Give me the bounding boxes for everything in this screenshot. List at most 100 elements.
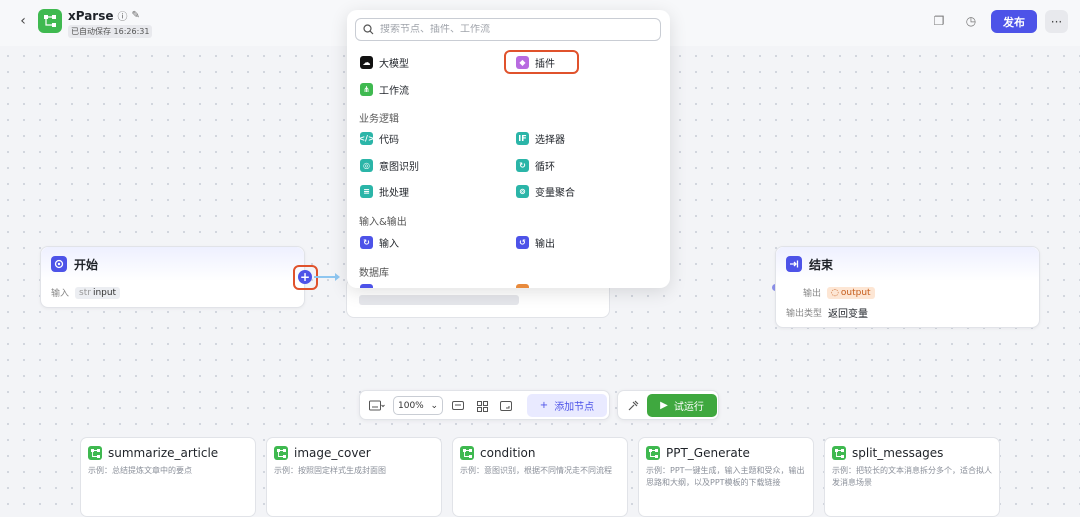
menu-item-intent[interactable]: ◎ 意图识别: [360, 158, 419, 173]
template-header: split_messages: [832, 446, 943, 460]
debug-tools-icon[interactable]: [625, 398, 641, 414]
app-title: xParse ⓘ ✎: [68, 8, 140, 24]
menu-item-label: 变量聚合: [535, 188, 575, 199]
output-var-icon: ◌: [831, 287, 839, 298]
node-picker-popup: ☁ 大模型 ◆ 插件 ⋔ 工作流 业务逻辑 </> 代码 IF 选择器 ◎ 意图…: [347, 10, 670, 288]
output-type-label: 输出类型: [786, 309, 823, 319]
add-node-button[interactable]: + 添加节点: [527, 394, 607, 417]
template-desc: 示例：意图识别，根据不同情况走不同流程: [460, 466, 612, 475]
start-node[interactable]: 开始 输入 str input: [40, 246, 305, 308]
menu-item-batch[interactable]: ≡ 批处理: [360, 184, 409, 199]
template-name: PPT_Generate: [666, 446, 750, 460]
menu-item-label: 循环: [535, 162, 555, 173]
chevron-down-icon: ⌄: [430, 400, 438, 411]
publish-button[interactable]: 发布: [991, 10, 1037, 33]
connector-line: [314, 273, 340, 281]
end-node-title: 结束: [809, 257, 834, 272]
menu-item-selector[interactable]: IF 选择器: [516, 131, 565, 146]
edit-icon[interactable]: ✎: [132, 10, 140, 21]
template-desc: 示例：总结提炼文章中的要点: [88, 466, 192, 475]
copy-icon[interactable]: ❐: [930, 12, 948, 30]
template-desc: 示例：按照固定样式生成封面图: [274, 466, 386, 475]
end-output-type-row: 输出类型 返回变量: [786, 305, 868, 320]
section-database: 数据库: [359, 268, 389, 279]
template-card-split-messages[interactable]: split_messages 示例：把较长的文本消息拆分多个，适合拟人发消息场景: [824, 437, 1000, 517]
more-options-icon[interactable]: ···: [1045, 10, 1068, 33]
app-name: xParse: [68, 8, 114, 23]
placeholder-bar: [359, 295, 519, 305]
template-header: summarize_article: [88, 446, 218, 460]
template-name: image_cover: [294, 446, 371, 460]
input-type: str: [79, 287, 91, 298]
auto-layout-icon[interactable]: [474, 398, 490, 414]
plugin-highlight: [504, 50, 579, 74]
workflow-icon: [832, 446, 846, 460]
workflow-icon: [460, 446, 474, 460]
template-desc: 示例：把较长的文本消息拆分多个，适合拟人发消息场景: [832, 466, 992, 487]
intent-icon: ◎: [360, 159, 373, 172]
start-node-header: 开始: [41, 247, 304, 281]
template-card-image-cover[interactable]: image_cover 示例：按照固定样式生成封面图: [266, 437, 442, 517]
menu-item-loop[interactable]: ↻ 循环: [516, 158, 555, 173]
database-item-icon-partial: [516, 284, 529, 288]
end-output-row: 输出 ◌ output: [803, 286, 875, 299]
template-name: condition: [480, 446, 536, 460]
output-param-tag: ◌ output: [827, 286, 875, 299]
output-type-value: 返回变量: [828, 309, 869, 320]
end-node-header: 结束: [776, 247, 1039, 281]
node-search-box[interactable]: [355, 18, 661, 41]
menu-item-input[interactable]: ↻ 输入: [360, 235, 399, 250]
end-node[interactable]: 结束 输出 ◌ output 输出类型 返回变量: [775, 246, 1040, 328]
batch-icon: ≡: [360, 185, 373, 198]
workflow-logo-icon: [38, 9, 62, 33]
template-header: condition: [460, 446, 535, 460]
template-desc: 示例：PPT一键生成，输入主题和受众，输出思路和大纲，以及PPT模板的下载链接: [646, 466, 805, 487]
play-icon: ▶: [660, 400, 668, 411]
menu-item-llm[interactable]: ☁ 大模型: [360, 55, 409, 70]
aggregate-icon: ⊚: [516, 185, 529, 198]
end-icon: [786, 256, 802, 272]
section-input-output: 输入&输出: [359, 217, 407, 228]
menu-item-workflow[interactable]: ⋔ 工作流: [360, 82, 409, 97]
template-header: image_cover: [274, 446, 371, 460]
menu-item-output[interactable]: ↺ 输出: [516, 235, 555, 250]
menu-item-label: 代码: [379, 135, 399, 146]
history-icon[interactable]: ◷: [962, 12, 980, 30]
back-arrow-icon[interactable]: ‹: [14, 12, 32, 30]
menu-item-label: 意图识别: [379, 162, 419, 173]
minimap-toggle-icon[interactable]: [366, 398, 388, 414]
menu-item-label: 选择器: [535, 135, 565, 146]
add-node-label: 添加节点: [554, 402, 595, 413]
menu-item-aggregate[interactable]: ⊚ 变量聚合: [516, 184, 575, 199]
zoom-select[interactable]: 100% ⌄: [393, 396, 443, 415]
plus-icon: +: [539, 400, 549, 411]
template-card-condition[interactable]: condition 示例：意图识别，根据不同情况走不同流程: [452, 437, 628, 517]
output-label: 输出: [803, 289, 822, 299]
comment-icon[interactable]: [450, 398, 466, 414]
run-toolbar: ▶ 试运行: [617, 390, 719, 420]
menu-item-label: 输入: [379, 239, 399, 250]
template-header: PPT_Generate: [646, 446, 750, 460]
menu-item-label: 大模型: [379, 59, 409, 70]
template-card-ppt-generate[interactable]: PPT_Generate 示例：PPT一键生成，输入主题和受众，输出思路和大纲，…: [638, 437, 814, 517]
template-name: summarize_article: [108, 446, 219, 460]
canvas-toolbar: 100% ⌄ + 添加节点: [359, 390, 610, 420]
autosave-status: 已自动保存 16:26:31: [68, 25, 153, 38]
test-run-button[interactable]: ▶ 试运行: [647, 394, 717, 417]
code-icon: </>: [358, 132, 375, 145]
fit-view-icon[interactable]: [498, 398, 514, 414]
info-icon[interactable]: ⓘ: [118, 8, 128, 23]
input-icon: ↻: [360, 236, 373, 249]
template-card-summarize-article[interactable]: summarize_article 示例：总结提炼文章中的要点: [80, 437, 256, 517]
menu-item-label: 批处理: [379, 188, 409, 199]
workflow-icon: [88, 446, 102, 460]
output-param-name: output: [840, 287, 871, 298]
start-input-row: 输入 str input: [51, 286, 121, 299]
selector-icon: IF: [516, 132, 529, 145]
zoom-level: 100%: [398, 400, 424, 411]
test-run-label: 试运行: [673, 402, 704, 413]
node-search-input[interactable]: [380, 24, 650, 35]
menu-item-label: 工作流: [379, 86, 409, 97]
menu-item-code[interactable]: </> 代码: [358, 131, 399, 146]
workflow-icon: ⋔: [360, 83, 373, 96]
